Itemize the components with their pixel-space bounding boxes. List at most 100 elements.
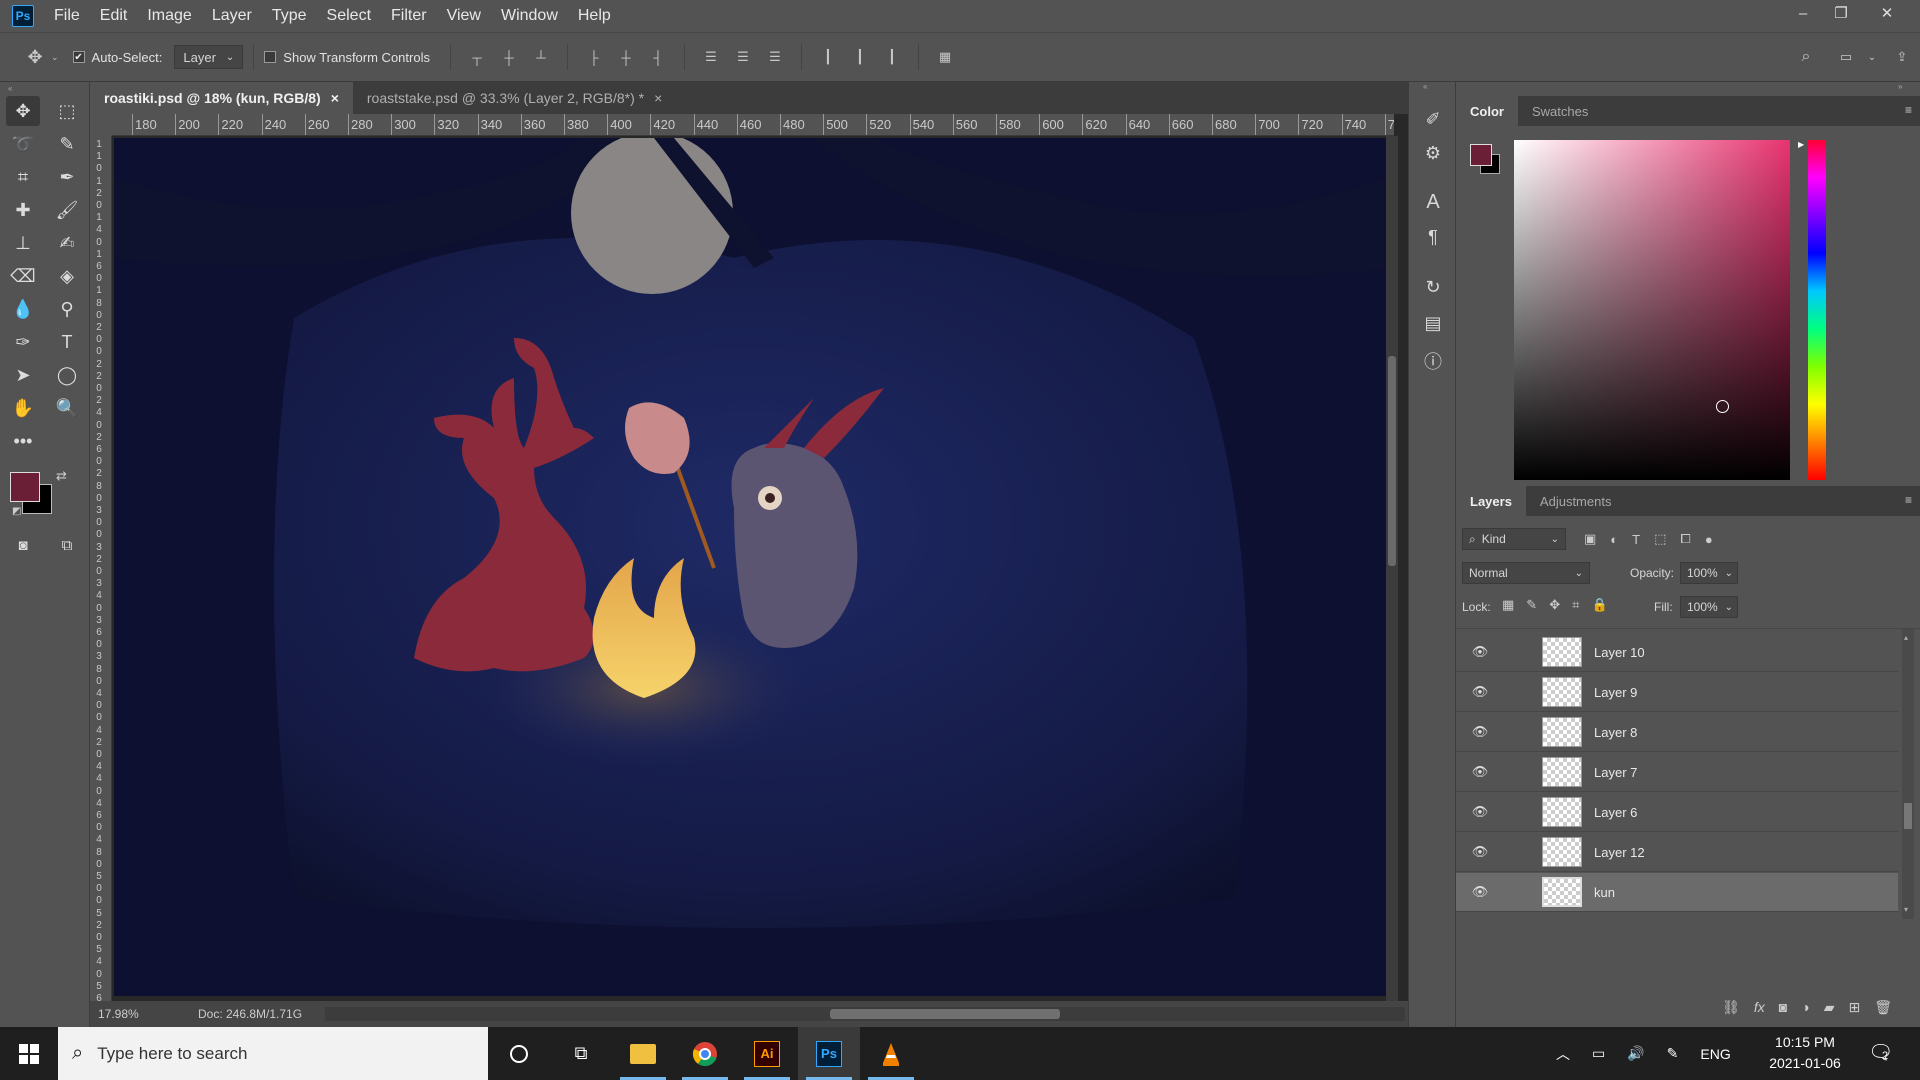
vertical-scrollbar[interactable] bbox=[1386, 136, 1398, 1001]
panel-menu-icon[interactable]: ≡ bbox=[1905, 103, 1912, 117]
history-icon[interactable]: ↻ bbox=[1417, 272, 1449, 302]
more-tools-icon[interactable]: ••• bbox=[6, 426, 40, 456]
hand-tool-icon[interactable]: ✋ bbox=[6, 393, 40, 423]
workspace-icon[interactable]: ▭ bbox=[1835, 46, 1857, 68]
menu-image[interactable]: Image bbox=[137, 0, 201, 32]
menu-file[interactable]: File bbox=[44, 0, 90, 32]
tab-adjustments[interactable]: Adjustments bbox=[1526, 486, 1626, 516]
visibility-eye-icon[interactable]: 👁 bbox=[1466, 884, 1494, 900]
properties-icon[interactable]: ⚙ bbox=[1417, 138, 1449, 168]
distribute-bottom-icon[interactable]: ☰ bbox=[764, 46, 786, 68]
type-tool-icon[interactable]: T bbox=[50, 327, 84, 357]
pixel-filter-icon[interactable]: ▣ bbox=[1584, 531, 1596, 547]
task-view-button[interactable]: ⧉ bbox=[550, 1027, 612, 1080]
delete-layer-icon[interactable]: 🗑 bbox=[1874, 999, 1892, 1016]
taskbar-search-box[interactable]: ⌕ Type here to search bbox=[58, 1027, 488, 1080]
move-tool-icon[interactable]: ✥ bbox=[24, 46, 46, 68]
restore-button[interactable]: ❐ bbox=[1818, 0, 1864, 26]
show-transform-checkbox[interactable] bbox=[264, 51, 277, 63]
tab-swatches[interactable]: Swatches bbox=[1518, 96, 1602, 126]
vertical-ruler[interactable]: 1101201401601802002202402602803003203403… bbox=[90, 136, 112, 1001]
distribute-vcenter-icon[interactable]: ☰ bbox=[732, 46, 754, 68]
close-icon[interactable]: × bbox=[654, 90, 662, 106]
tab-layers[interactable]: Layers bbox=[1456, 486, 1526, 516]
clock[interactable]: 10:15 PM 2021-01-06 bbox=[1764, 1032, 1846, 1074]
saturation-value-field[interactable] bbox=[1514, 140, 1790, 480]
close-icon[interactable]: × bbox=[331, 90, 339, 106]
auto-select-target-dropdown[interactable]: Layer ⌄ bbox=[174, 45, 244, 69]
layer-filter-dropdown[interactable]: ⌕ Kind ⌄ bbox=[1462, 528, 1566, 550]
align-top-icon[interactable]: ┬ bbox=[466, 46, 488, 68]
lock-artboard-icon[interactable]: ⌗ bbox=[1572, 597, 1579, 613]
foreground-color-swatch[interactable] bbox=[10, 472, 40, 502]
auto-align-icon[interactable]: ▦ bbox=[934, 46, 956, 68]
show-hidden-icons-icon[interactable]: ︿ bbox=[1556, 1044, 1570, 1064]
distribute-hcenter-icon[interactable]: ┃ bbox=[849, 46, 871, 68]
crop-tool-icon[interactable]: ⌗ bbox=[6, 162, 40, 192]
fx-icon[interactable]: fx bbox=[1754, 999, 1765, 1015]
menu-layer[interactable]: Layer bbox=[202, 0, 262, 32]
lasso-tool-icon[interactable]: ➰ bbox=[6, 129, 40, 159]
zoom-level[interactable]: 17.98% bbox=[98, 1007, 178, 1021]
lock-position-icon[interactable]: ✥ bbox=[1549, 597, 1560, 613]
search-icon[interactable]: ⌕ bbox=[1795, 46, 1817, 68]
vertical-scroll-thumb[interactable] bbox=[1388, 356, 1396, 566]
notifications-button[interactable]: 🗨 2 bbox=[1868, 1040, 1893, 1065]
swap-colors-icon[interactable]: ⇄ bbox=[56, 468, 67, 484]
menu-window[interactable]: Window bbox=[491, 0, 568, 32]
horizontal-scrollbar[interactable] bbox=[325, 1007, 1405, 1021]
distribute-right-icon[interactable]: ┃ bbox=[881, 46, 903, 68]
ellipse-tool-icon[interactable]: ◯ bbox=[50, 360, 84, 390]
move-tool-icon[interactable]: ✥ bbox=[6, 96, 40, 126]
tab-color[interactable]: Color bbox=[1456, 96, 1518, 126]
illustrator-button[interactable]: Ai bbox=[736, 1027, 798, 1080]
paint-bucket-tool-icon[interactable]: ◈ bbox=[50, 261, 84, 291]
vlc-button[interactable] bbox=[860, 1027, 922, 1080]
type-filter-icon[interactable]: T bbox=[1632, 532, 1640, 547]
smart-object-filter-icon[interactable]: ⧠ bbox=[1680, 531, 1690, 547]
dodge-tool-icon[interactable]: ⚲ bbox=[50, 294, 84, 324]
add-mask-icon[interactable]: ◙ bbox=[1779, 999, 1787, 1015]
collapse-arrows-icon[interactable]: » bbox=[1898, 82, 1902, 91]
align-hcenter-icon[interactable]: ┼ bbox=[615, 46, 637, 68]
layer-row[interactable]: 👁 Layer 9 bbox=[1456, 673, 1898, 712]
battery-icon[interactable]: ▭ bbox=[1592, 1045, 1605, 1062]
document-canvas[interactable] bbox=[114, 138, 1387, 996]
horizontal-ruler[interactable]: 180 200 220 240 260 280 300 320 340 360 380 400 420 4… bbox=[112, 114, 1394, 136]
paragraph-icon[interactable]: ¶ bbox=[1417, 222, 1449, 252]
adjustment-layer-icon[interactable]: ◑ bbox=[1801, 999, 1809, 1015]
visibility-eye-icon[interactable]: 👁 bbox=[1466, 684, 1494, 700]
eraser-tool-icon[interactable]: ⌫ bbox=[6, 261, 40, 291]
filter-toggle-icon[interactable]: ● bbox=[1705, 532, 1713, 547]
color-picker-handle[interactable] bbox=[1716, 400, 1729, 413]
layer-row[interactable]: 👁 Layer 12 bbox=[1456, 833, 1898, 872]
marquee-tool-icon[interactable]: ⬚ bbox=[50, 96, 84, 126]
collapse-arrows-icon[interactable]: « bbox=[8, 84, 12, 93]
align-vcenter-icon[interactable]: ┼ bbox=[498, 46, 520, 68]
visibility-eye-icon[interactable]: 👁 bbox=[1466, 804, 1494, 820]
character-icon[interactable]: A bbox=[1417, 187, 1449, 217]
lock-all-icon[interactable]: 🔒 bbox=[1591, 597, 1607, 613]
menu-help[interactable]: Help bbox=[568, 0, 621, 32]
layers-scroll-thumb[interactable] bbox=[1904, 803, 1912, 829]
quick-select-tool-icon[interactable]: ✎ bbox=[50, 129, 84, 159]
panel-menu-icon[interactable]: ≡ bbox=[1905, 493, 1912, 507]
healing-brush-tool-icon[interactable]: ✚ bbox=[6, 195, 40, 225]
new-layer-icon[interactable]: ⊞ bbox=[1848, 999, 1860, 1016]
collapse-arrows-icon[interactable]: « bbox=[1423, 82, 1427, 91]
scroll-up-icon[interactable]: ▴ bbox=[1904, 633, 1908, 642]
distribute-left-icon[interactable]: ┃ bbox=[817, 46, 839, 68]
link-layers-icon[interactable]: ⛓ bbox=[1722, 999, 1740, 1016]
pen-workspace-icon[interactable]: ✎ bbox=[1667, 1045, 1679, 1062]
visibility-eye-icon[interactable]: 👁 bbox=[1466, 724, 1494, 740]
tool-preset-chevron-icon[interactable]: ⌄ bbox=[51, 52, 59, 63]
brush-tool-icon[interactable]: 🖌 bbox=[50, 195, 84, 225]
align-right-icon[interactable]: ┤ bbox=[647, 46, 669, 68]
eyedropper-tool-icon[interactable]: ✒ bbox=[50, 162, 84, 192]
hue-slider[interactable] bbox=[1808, 140, 1826, 480]
horizontal-scroll-thumb[interactable] bbox=[830, 1009, 1060, 1019]
language-indicator[interactable]: ENG bbox=[1700, 1046, 1730, 1062]
blend-mode-dropdown[interactable]: Normal ⌄ bbox=[1462, 562, 1590, 584]
path-selection-tool-icon[interactable]: ➤ bbox=[6, 360, 40, 390]
menu-type[interactable]: Type bbox=[262, 0, 317, 32]
